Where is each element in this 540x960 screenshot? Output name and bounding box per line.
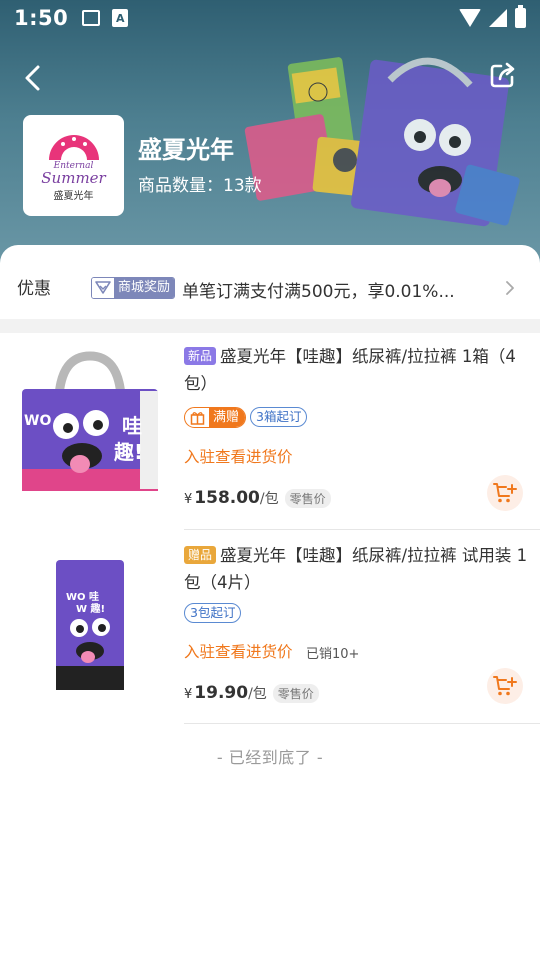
price-value: 158.00 [194, 488, 260, 508]
svg-text:WO 哇: WO 哇 [66, 590, 99, 603]
logo-line3: 盛夏光年 [53, 190, 94, 202]
min-order-chip: 3包起订 [184, 603, 242, 623]
battery-icon [515, 5, 526, 28]
back-button[interactable] [16, 60, 48, 96]
currency-symbol: ¥ [184, 492, 193, 507]
product-chips: 满赠 3箱起订 [184, 407, 308, 428]
section-divider [0, 319, 540, 333]
promo-text: 单笔订满支付满500元，享0.01%... [182, 282, 455, 302]
gift-tag: 赠品 [184, 546, 217, 564]
product-item[interactable]: 哇 趣! WO 新品 盛夏光年【哇趣】纸尿裤/拉拉裤 1箱（4包） 满赠 3箱起订… [0, 333, 540, 530]
sim-notification-icon: A [112, 9, 129, 27]
join-view-price-link[interactable]: 入驻查看进货价 [184, 445, 293, 467]
donut-logo-icon [48, 134, 99, 160]
product-chips: 3包起订 [184, 603, 242, 623]
promo-label: 优惠 [17, 279, 51, 299]
product-title-text: 盛夏光年【哇趣】纸尿裤/拉拉裤 试用装 1包（4片） [184, 546, 528, 592]
min-order-chip: 3箱起订 [250, 407, 308, 427]
item-divider [184, 723, 540, 724]
svg-text:WO: WO [24, 413, 51, 429]
gift-icon [185, 408, 209, 427]
shop-logo: Enternal Summer 盛夏光年 [23, 115, 124, 216]
cart-add-icon [493, 676, 517, 696]
gallery-notification-icon [82, 10, 101, 26]
add-to-cart-button[interactable] [487, 475, 523, 511]
status-bar: 1:50 A [0, 0, 540, 36]
product-image: 哇 趣! WO [22, 351, 158, 491]
chevron-right-icon [506, 281, 514, 295]
promo-row[interactable]: 优惠 商城奖励 单笔订满支付满500元，享0.01%... [0, 245, 540, 319]
retail-price-label: 零售价 [284, 489, 331, 508]
product-image: WO 哇 W 趣! [56, 560, 124, 690]
gift-promo-chip: 满赠 [184, 407, 247, 428]
new-tag: 新品 [184, 347, 217, 365]
join-view-price-link[interactable]: 入驻查看进货价 [184, 640, 293, 662]
content-sheet: 优惠 商城奖励 单笔订满支付满500元，享0.01%... 哇 趣! WO 新品… [0, 245, 540, 960]
product-title: 赠品 盛夏光年【哇趣】纸尿裤/拉拉裤 试用装 1包（4片） [184, 542, 532, 596]
shop-header: 1:50 A Enternal Summer 盛夏光年 盛夏光年 商品数量：13… [0, 0, 540, 265]
product-count: 商品数量：13款 [138, 176, 262, 196]
product-item[interactable]: WO 哇 W 趣! 赠品 盛夏光年【哇趣】纸尿裤/拉拉裤 试用装 1包（4片） 3… [0, 530, 540, 724]
share-icon [490, 62, 515, 88]
product-price: ¥ 19.90 /包 零售价 [184, 683, 319, 703]
svg-text:W 趣!: W 趣! [76, 602, 105, 615]
end-of-list-text: - 已经到底了 - [216, 748, 324, 767]
currency-symbol: ¥ [184, 687, 193, 702]
svg-text:哇: 哇 [122, 414, 142, 438]
status-time: 1:50 [14, 6, 69, 30]
gift-chip-text: 满赠 [209, 408, 246, 427]
heart-badge-icon [92, 278, 114, 298]
retail-price-label: 零售价 [272, 684, 319, 703]
sales-count: 已销10+ [306, 647, 360, 662]
cart-add-icon [493, 483, 517, 503]
logo-line2: Summer [41, 168, 106, 187]
wifi-icon [459, 9, 481, 27]
svg-text:趣!: 趣! [113, 440, 143, 464]
add-to-cart-button[interactable] [487, 668, 523, 704]
product-title: 新品 盛夏光年【哇趣】纸尿裤/拉拉裤 1箱（4包） [184, 343, 532, 397]
price-unit: /包 [248, 686, 267, 702]
promo-badge-text: 商城奖励 [114, 278, 175, 298]
share-button[interactable] [488, 60, 520, 94]
price-unit: /包 [259, 491, 279, 507]
chevron-left-icon [25, 65, 40, 91]
signal-icon [489, 9, 507, 27]
product-price: ¥ 158.00 /包 零售价 [184, 488, 331, 508]
promo-badge: 商城奖励 [91, 277, 176, 299]
price-value: 19.90 [194, 683, 249, 703]
shop-name: 盛夏光年 [138, 136, 234, 164]
product-title-text: 盛夏光年【哇趣】纸尿裤/拉拉裤 1箱（4包） [184, 347, 516, 393]
